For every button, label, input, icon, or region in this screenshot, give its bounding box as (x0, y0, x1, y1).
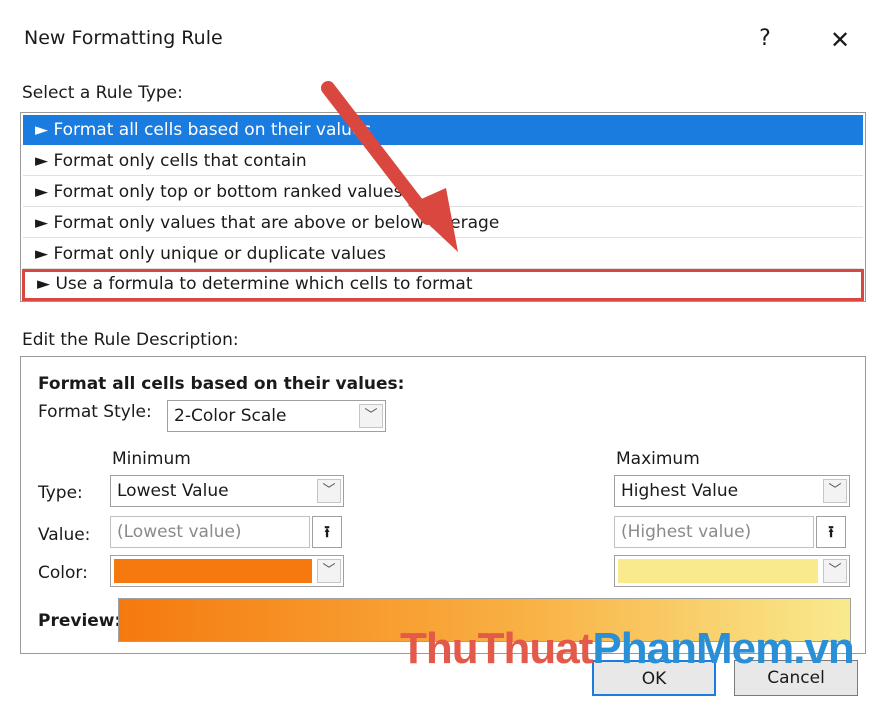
value-label: Value: (38, 525, 91, 545)
watermark: ThuThuatPhanMem.vn (400, 624, 855, 674)
description-heading: Format all cells based on their values: (38, 374, 405, 394)
minimum-label: Minimum (112, 449, 191, 469)
min-color-picker[interactable]: ﹀ (110, 555, 344, 587)
close-button[interactable]: ✕ (825, 26, 855, 54)
rule-type-item-label: Use a formula to determine which cells t… (55, 274, 473, 294)
format-style-label: Format Style: (38, 402, 152, 422)
bullet-icon: ► (35, 151, 49, 171)
watermark-part1: ThuThuat (400, 624, 593, 673)
min-value-input[interactable]: (Lowest value) (110, 516, 310, 548)
chevron-down-icon: ﹀ (359, 404, 383, 428)
rule-type-item-label: Format only cells that contain (53, 151, 307, 171)
min-value-collapse-button[interactable]: ⭱ (312, 516, 342, 548)
max-color-swatch (618, 559, 818, 583)
type-label: Type: (38, 483, 83, 503)
upload-arrow-icon: ⭱ (828, 522, 834, 541)
bullet-icon: ► (35, 182, 49, 202)
rule-type-item-label: Format only values that are above or bel… (53, 213, 500, 233)
watermark-part2: PhanMem (592, 624, 794, 673)
format-style-value: 2-Color Scale (174, 406, 287, 426)
min-type-select[interactable]: Lowest Value ﹀ (110, 475, 344, 507)
rule-type-item-above-below-average[interactable]: ► Format only values that are above or b… (23, 208, 863, 238)
preview-label: Preview: (38, 611, 122, 631)
max-type-value: Highest Value (621, 481, 739, 501)
format-style-select[interactable]: 2-Color Scale ﹀ (167, 400, 386, 432)
watermark-part3: .vn (793, 624, 855, 673)
bullet-icon: ► (35, 120, 49, 140)
rule-type-list: ► Format all cells based on their values… (20, 112, 866, 302)
rule-type-item-all-cells[interactable]: ► Format all cells based on their values (23, 115, 863, 145)
rule-type-label: Select a Rule Type: (22, 83, 183, 103)
min-type-value: Lowest Value (117, 481, 229, 501)
max-value-collapse-button[interactable]: ⭱ (816, 516, 846, 548)
chevron-down-icon: ﹀ (317, 479, 341, 503)
rule-type-item-label: Format only unique or duplicate values (53, 244, 387, 264)
color-label: Color: (38, 563, 88, 583)
min-color-swatch (114, 559, 312, 583)
help-button[interactable]: ? (750, 26, 780, 51)
chevron-down-icon: ﹀ (823, 479, 847, 503)
max-value-input[interactable]: (Highest value) (614, 516, 814, 548)
dialog-title: New Formatting Rule (24, 27, 223, 49)
bullet-icon: ► (37, 274, 51, 294)
rule-type-item-unique-duplicate[interactable]: ► Format only unique or duplicate values (23, 239, 863, 269)
rule-type-item-top-bottom[interactable]: ► Format only top or bottom ranked value… (23, 177, 863, 207)
rule-description-label: Edit the Rule Description: (22, 330, 239, 350)
rule-type-item-use-formula[interactable]: ► Use a formula to determine which cells… (22, 269, 864, 301)
max-type-select[interactable]: Highest Value ﹀ (614, 475, 850, 507)
upload-arrow-icon: ⭱ (324, 522, 330, 541)
rule-type-item-cells-contain[interactable]: ► Format only cells that contain (23, 146, 863, 176)
chevron-down-icon: ﹀ (823, 559, 847, 583)
max-color-picker[interactable]: ﹀ (614, 555, 850, 587)
chevron-down-icon: ﹀ (317, 559, 341, 583)
rule-type-item-label: Format all cells based on their values (53, 120, 372, 140)
bullet-icon: ► (35, 213, 49, 233)
bullet-icon: ► (35, 244, 49, 264)
maximum-label: Maximum (616, 449, 700, 469)
rule-type-item-label: Format only top or bottom ranked values (53, 182, 403, 202)
